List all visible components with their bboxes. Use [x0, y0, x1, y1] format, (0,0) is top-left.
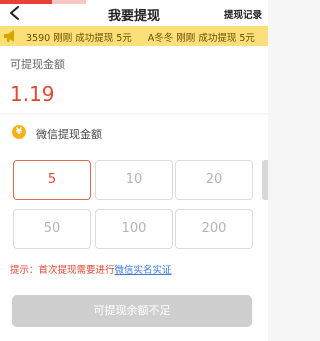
coin-yen-icon: ¥ — [12, 125, 26, 139]
withdraw-submit-button[interactable]: 可提现余额不足 — [12, 295, 252, 327]
marquee-item: 3590 刚刚 成功提现 5元 — [26, 33, 132, 44]
marquee-text: 3590 刚刚 成功提现 5元 A冬冬 刚刚 成功提现 5元 — [26, 30, 268, 44]
withdraw-record-link[interactable]: 提现记录 — [224, 7, 262, 21]
marquee-item: A冬冬 刚刚 成功提现 5元 — [147, 33, 255, 44]
decorative-banner-strip — [0, 0, 86, 4]
withdraw-announcement-marquee: 3590 刚刚 成功提现 5元 A冬冬 刚刚 成功提现 5元 — [0, 26, 268, 46]
amount-option-50[interactable]: 50 — [13, 209, 91, 249]
side-drag-handle[interactable] — [262, 160, 268, 200]
amount-option-100[interactable]: 100 — [95, 209, 173, 249]
amount-option-5[interactable]: 5 — [13, 160, 91, 200]
hint-text: 提示：首次提现需要进行 — [10, 265, 115, 276]
amount-option-20[interactable]: 20 — [175, 160, 253, 200]
balance-card: 可提现金额 1.19 — [0, 46, 268, 113]
method-label: 微信提现金额 — [36, 128, 102, 141]
wechat-verification-link[interactable]: 微信实名实证 — [115, 265, 172, 276]
withdraw-page: 我要提现 提现记录 3590 刚刚 成功提现 5元 A冬冬 刚刚 成功提现 5元 … — [0, 0, 268, 341]
amount-option-200[interactable]: 200 — [175, 209, 253, 249]
withdraw-method-card: ¥ 微信提现金额 5 10 20 50 100 200 提示：首次提现需要进行微… — [0, 115, 268, 341]
withdraw-hint: 提示：首次提现需要进行微信实名实证 — [10, 262, 172, 276]
balance-label: 可提现金额 — [10, 58, 65, 71]
top-bar: 我要提现 提现记录 — [0, 0, 268, 26]
megaphone-icon — [4, 30, 14, 42]
balance-value: 1.19 — [10, 82, 55, 106]
amount-option-10[interactable]: 10 — [95, 160, 173, 200]
